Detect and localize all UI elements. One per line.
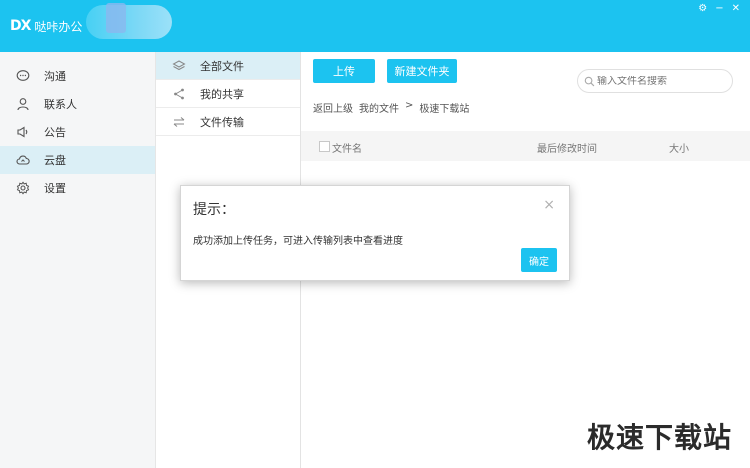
user-avatar-blurred[interactable]	[86, 3, 172, 39]
breadcrumb-separator: >	[405, 100, 414, 111]
nav-label: 沟通	[44, 70, 66, 83]
gear-icon	[16, 181, 30, 195]
search-icon[interactable]	[584, 76, 595, 87]
nav-label: 公告	[44, 126, 66, 139]
ok-button[interactable]: 确定	[521, 248, 557, 272]
folder-item-file-transfer[interactable]: 文件传输	[156, 108, 300, 136]
select-all-checkbox[interactable]	[319, 141, 330, 152]
new-folder-button[interactable]: 新建文件夹	[387, 59, 457, 83]
app-logo: DX 哒咔办公	[10, 17, 82, 35]
window-controls: ⚙ − ✕	[698, 4, 740, 14]
chat-icon	[16, 69, 30, 83]
column-header-modified[interactable]: 最后修改时间	[537, 140, 597, 155]
nav-label: 联系人	[44, 98, 77, 111]
watermark: 极速下载站	[586, 421, 732, 454]
cloud-icon	[16, 153, 30, 167]
app-title: 哒咔办公	[34, 19, 83, 34]
transfer-icon	[172, 115, 186, 129]
nav-item-contacts[interactable]: 联系人	[0, 90, 155, 118]
file-table-header: 文件名 最后修改时间 大小	[301, 131, 750, 161]
logo-mark: DX	[10, 18, 31, 34]
column-header-size[interactable]: 大小	[669, 140, 689, 155]
left-nav: 沟通 联系人 公告 云盘 设置	[0, 52, 156, 468]
folder-label: 文件传输	[200, 115, 244, 129]
breadcrumb-back-link[interactable]: 返回上级	[313, 100, 353, 115]
nav-item-settings[interactable]: 设置	[0, 174, 155, 202]
nav-label: 设置	[44, 182, 66, 195]
settings-icon[interactable]: ⚙	[698, 4, 707, 14]
close-icon[interactable]: ×	[543, 197, 555, 213]
nav-label: 云盘	[44, 154, 66, 167]
search-box	[577, 69, 733, 93]
breadcrumb-current: 极速下载站	[419, 104, 470, 115]
notice-dialog: 提示： × 成功添加上传任务，可进入传输列表中查看进度 确定	[180, 185, 570, 281]
minimize-icon[interactable]: −	[715, 4, 723, 14]
folder-item-all-files[interactable]: 全部文件	[156, 52, 300, 80]
layers-icon	[172, 59, 186, 73]
dialog-message: 成功添加上传任务，可进入传输列表中查看进度	[193, 236, 403, 247]
folder-item-my-shares[interactable]: 我的共享	[156, 80, 300, 108]
column-header-filename[interactable]: 文件名	[332, 140, 362, 155]
folder-label: 全部文件	[200, 59, 244, 73]
close-icon[interactable]: ✕	[732, 4, 740, 14]
search-input[interactable]	[597, 75, 727, 87]
breadcrumb-root-link[interactable]: 我的文件	[359, 100, 399, 115]
person-icon	[16, 97, 30, 111]
title-bar: DX 哒咔办公 ⚙ − ✕	[0, 0, 750, 52]
megaphone-icon	[16, 125, 30, 139]
folder-label: 我的共享	[200, 87, 244, 101]
dialog-title: 提示：	[193, 202, 235, 218]
share-icon	[172, 87, 186, 101]
nav-item-cloud[interactable]: 云盘	[0, 146, 155, 174]
nav-item-chat[interactable]: 沟通	[0, 62, 155, 90]
breadcrumb: 返回上级 我的文件 > 极速下载站	[313, 100, 469, 115]
upload-button[interactable]: 上传	[313, 59, 375, 83]
nav-item-announcements[interactable]: 公告	[0, 118, 155, 146]
